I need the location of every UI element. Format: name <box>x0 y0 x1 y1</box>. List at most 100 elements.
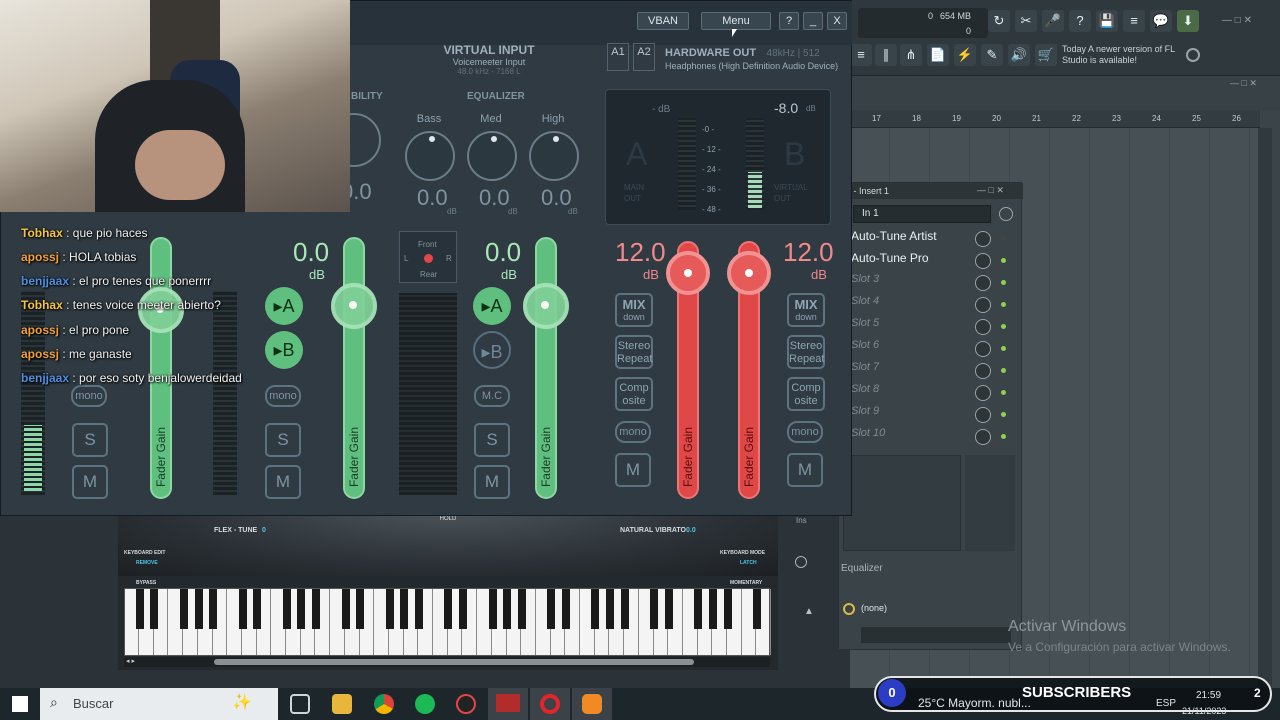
download-icon[interactable]: ⬇ <box>1177 10 1199 32</box>
spotify-icon[interactable] <box>415 694 435 714</box>
eq-sliders[interactable] <box>965 455 1015 551</box>
output-none[interactable]: (none) <box>861 603 887 613</box>
mix-knob[interactable] <box>975 385 991 401</box>
a1-button[interactable]: A1 <box>607 43 629 71</box>
latch-button[interactable]: LATCH <box>740 560 757 566</box>
cart-icon[interactable]: 🛒 <box>1035 44 1057 66</box>
black-key[interactable] <box>517 589 526 629</box>
fx-slot-3[interactable]: Slot 3 <box>851 273 1009 293</box>
strip1-a-button[interactable]: ▸A <box>265 287 303 325</box>
help-button[interactable]: ? <box>779 12 799 30</box>
scroll-thumb[interactable] <box>214 659 694 665</box>
momentary-button[interactable]: MOMENTARY <box>730 580 762 586</box>
bus2-mono-button[interactable]: mono <box>787 421 823 443</box>
slot-led[interactable] <box>1001 434 1006 439</box>
task-view-icon[interactable] <box>290 694 310 714</box>
minimize-button[interactable]: _ <box>803 12 823 30</box>
black-key[interactable] <box>650 589 659 629</box>
mix-knob[interactable] <box>975 297 991 313</box>
slot-led[interactable] <box>1001 280 1006 285</box>
black-key[interactable] <box>415 589 423 629</box>
playlist-scrollbar[interactable] <box>1258 128 1272 690</box>
pan-position[interactable] <box>424 254 433 263</box>
strip2-solo-button[interactable]: S <box>474 423 510 457</box>
black-key[interactable] <box>341 589 350 629</box>
black-key[interactable] <box>694 589 703 629</box>
strip1-fader[interactable]: Fader Gain <box>343 237 365 499</box>
fx-slot-2[interactable]: Auto-Tune Pro <box>851 251 1009 271</box>
black-key[interactable] <box>297 589 306 629</box>
black-key[interactable] <box>562 589 570 629</box>
black-key[interactable] <box>723 589 732 629</box>
a2-button[interactable]: A2 <box>633 43 655 71</box>
med-knob[interactable] <box>467 131 517 181</box>
strip2-b-button[interactable]: ▸B <box>473 331 511 369</box>
help-icon[interactable]: ? <box>1069 10 1091 32</box>
black-key[interactable] <box>312 589 321 629</box>
bus2-composite-button[interactable]: Comp osite <box>787 377 825 411</box>
obs-icon[interactable] <box>456 694 476 714</box>
strip1-mono-button[interactable]: mono <box>265 385 301 407</box>
refresh-icon[interactable]: ↻ <box>988 10 1010 32</box>
flex-tune-value[interactable]: 0 <box>262 527 266 534</box>
black-key[interactable] <box>753 589 762 629</box>
fx-slot-5[interactable]: Slot 5 <box>851 317 1009 337</box>
slot-led[interactable] <box>1001 324 1006 329</box>
timeline-ruler[interactable]: 17 18 19 20 21 22 23 24 25 26 <box>850 110 1260 128</box>
mix-knob[interactable] <box>975 231 991 247</box>
fx-slot-7[interactable]: Slot 7 <box>851 361 1009 381</box>
black-key[interactable] <box>591 589 600 629</box>
black-key[interactable] <box>664 589 673 629</box>
black-key[interactable] <box>194 589 203 629</box>
insert-window-controls[interactable]: — □ ✕ <box>977 185 1004 196</box>
eq-display[interactable] <box>843 455 961 551</box>
windows-start-icon[interactable] <box>12 696 28 712</box>
black-key[interactable] <box>209 589 218 629</box>
left-mute-button[interactable]: M <box>72 465 108 499</box>
clock-date[interactable]: 21/11/2023 <box>1182 706 1226 716</box>
natural-vibrato-value[interactable]: 0.0 <box>686 527 696 534</box>
vban-button[interactable]: VBAN <box>637 12 689 30</box>
speaker-icon[interactable]: 🔊 <box>1008 44 1030 66</box>
window-controls[interactable]: — □ ✕ <box>1222 15 1252 26</box>
taskbar-search[interactable]: ⌕ Buscar ✨ <box>40 688 278 720</box>
bus1-fader-thumb[interactable] <box>666 251 710 295</box>
strip1-b-button[interactable]: ▸B <box>265 331 303 369</box>
bass-knob[interactable] <box>405 131 455 181</box>
bus2-stereo-repeat-button[interactable]: Stereo Repeat <box>787 335 825 369</box>
black-key[interactable] <box>400 589 409 629</box>
playlist-window-controls[interactable]: — □ ✕ <box>1230 78 1257 89</box>
bus1-mute-button[interactable]: M <box>615 453 651 487</box>
strip2-mute-button[interactable]: M <box>474 465 510 499</box>
black-key[interactable] <box>547 589 556 629</box>
fx-slot-8[interactable]: Slot 8 <box>851 383 1009 403</box>
fx-slot-10[interactable]: Slot 10 <box>851 427 1009 447</box>
notification-count[interactable]: 2 <box>1254 686 1261 700</box>
close-button[interactable]: X <box>827 12 847 30</box>
slot-led[interactable] <box>1001 390 1006 395</box>
fx-slot-9[interactable]: Slot 9 <box>851 405 1009 425</box>
keyboard-scrollbar[interactable]: ◂ ▸ <box>124 657 770 667</box>
bypass-button[interactable]: BYPASS <box>136 580 156 586</box>
menu-button[interactable]: Menu <box>701 12 771 30</box>
clock-small-icon[interactable] <box>795 556 807 568</box>
mix-knob[interactable] <box>975 253 991 269</box>
black-key[interactable] <box>488 589 497 629</box>
microphone-icon[interactable]: 🎤 <box>1042 10 1064 32</box>
bus1-stereo-repeat-button[interactable]: Stereo Repeat <box>615 335 653 369</box>
strip1-fader-thumb[interactable] <box>331 283 377 329</box>
strip2-a-button[interactable]: ▸A <box>473 287 511 325</box>
network-icon[interactable]: ⋔ <box>900 44 922 66</box>
black-key[interactable] <box>444 589 453 629</box>
insert-input-select[interactable]: In 1 <box>853 205 991 223</box>
black-key[interactable] <box>356 589 365 629</box>
hold-label[interactable]: HOLD <box>408 516 488 526</box>
update-hint[interactable]: Today A newer version of FL Studio is av… <box>1062 44 1192 66</box>
black-key[interactable] <box>385 589 394 629</box>
mix-knob[interactable] <box>975 429 991 445</box>
sliders-icon[interactable]: ∥ <box>875 44 897 66</box>
left-mono-button[interactable]: mono <box>71 385 107 407</box>
left-solo-button[interactable]: S <box>72 423 108 457</box>
plugin-icon[interactable]: ≡ <box>1123 10 1145 32</box>
strip2-mc-button[interactable]: M.C <box>474 385 510 407</box>
